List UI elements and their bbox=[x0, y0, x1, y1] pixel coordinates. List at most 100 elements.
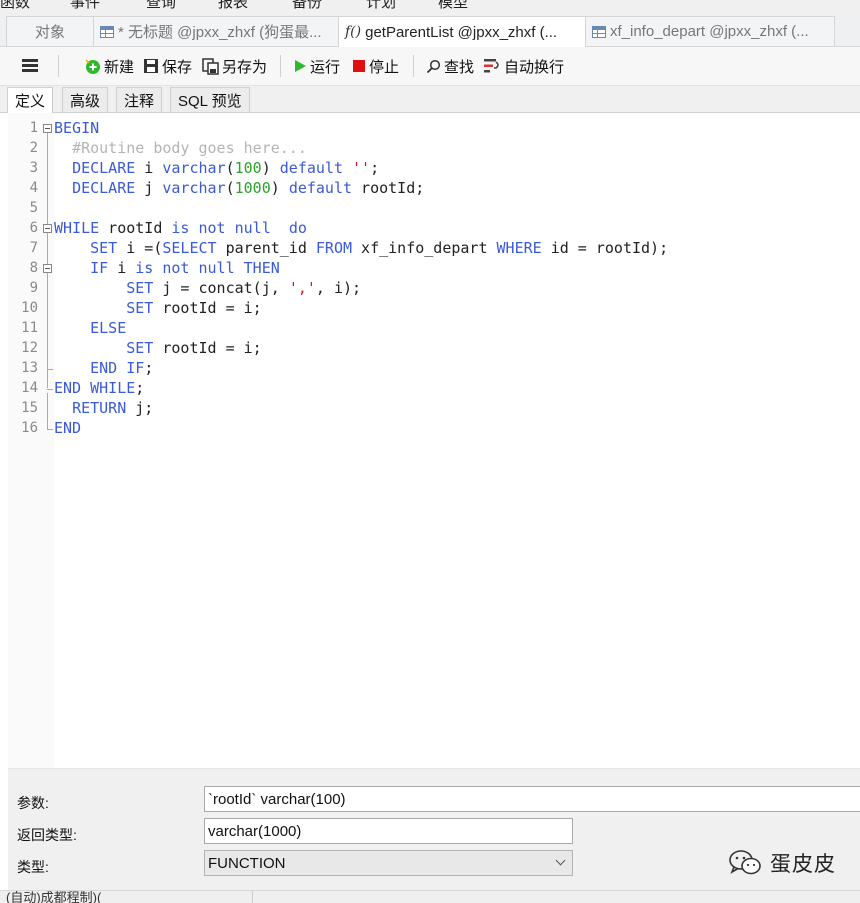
status-text: (自动)成都程制)( bbox=[6, 890, 102, 903]
line-number: 14 bbox=[21, 380, 38, 396]
line-number: 9 bbox=[29, 280, 38, 296]
tab-label: * 无标题 @jpxx_zhxf (狗蛋最... bbox=[118, 24, 322, 41]
word-wrap-icon bbox=[484, 59, 499, 73]
code-line-10: SET rootId = i; bbox=[126, 299, 262, 317]
chevron-down-icon bbox=[555, 855, 566, 866]
type-select[interactable]: FUNCTION bbox=[204, 850, 573, 876]
toolbar-divider bbox=[280, 55, 281, 77]
search-icon bbox=[426, 59, 441, 73]
tab-comment[interactable]: 注释 bbox=[116, 87, 163, 112]
menu-item-functions[interactable]: 函数 bbox=[0, 0, 30, 12]
line-number: 3 bbox=[29, 160, 38, 176]
word-wrap-button[interactable]: 自动换行 bbox=[483, 56, 564, 76]
new-button[interactable]: 新建 bbox=[84, 56, 134, 76]
return-type-value: varchar(1000) bbox=[208, 822, 302, 840]
toolbar-divider bbox=[58, 55, 59, 77]
line-number: 15 bbox=[21, 400, 38, 416]
fold-end-marker bbox=[47, 389, 53, 390]
watermark-text: 蛋皮皮 bbox=[770, 853, 836, 876]
hamburger-menu-icon[interactable] bbox=[22, 59, 38, 73]
code-line-15: RETURN j; bbox=[72, 399, 154, 417]
return-type-field[interactable]: varchar(1000) bbox=[204, 818, 573, 844]
fold-guide bbox=[47, 133, 48, 230]
line-number: 7 bbox=[29, 240, 38, 256]
watermark: 蛋皮皮 bbox=[728, 848, 836, 878]
tab-label: xf_info_depart @jpxx_zhxf (... bbox=[610, 23, 809, 40]
save-as-button[interactable]: 另存为 bbox=[202, 56, 267, 76]
fold-toggle-icon[interactable] bbox=[43, 124, 52, 133]
fold-guide bbox=[47, 393, 48, 429]
type-label: 类型: bbox=[17, 859, 49, 875]
run-icon bbox=[295, 60, 306, 72]
code-editor[interactable]: 1 2 3 4 5 6 7 8 9 10 11 12 13 14 15 16 B… bbox=[8, 113, 860, 768]
fold-guide bbox=[47, 233, 48, 388]
menu-item-queries[interactable]: 查询 bbox=[146, 0, 176, 12]
code-line-7: SET i =(SELECT parent_id FROM xf_info_de… bbox=[90, 239, 669, 257]
return-type-label: 返回类型: bbox=[17, 827, 77, 843]
save-button[interactable]: 保存 bbox=[143, 56, 192, 76]
tab-definition[interactable]: 定义 bbox=[7, 87, 54, 113]
code-line-3: DECLARE i varchar(100) default ''; bbox=[72, 159, 380, 177]
code-line-14: END WHILE; bbox=[54, 379, 145, 397]
fold-toggle-icon[interactable] bbox=[43, 264, 52, 273]
tab-getparentlist[interactable]: f() getParentList @jpxx_zhxf (... bbox=[338, 16, 586, 47]
line-number: 11 bbox=[21, 320, 38, 336]
params-value: `rootId` varchar(100) bbox=[208, 790, 346, 808]
save-as-label: 另存为 bbox=[222, 58, 268, 76]
line-number: 16 bbox=[21, 420, 38, 436]
tab-advanced[interactable]: 高级 bbox=[62, 87, 109, 112]
menu-item-backup[interactable]: 备份 bbox=[292, 0, 322, 12]
tab-label: SQL 预览 bbox=[178, 92, 242, 110]
menu-item-schedule[interactable]: 计划 bbox=[366, 0, 396, 12]
stop-button[interactable]: 停止 bbox=[352, 56, 399, 76]
code-line-8: IF i is not null THEN bbox=[90, 259, 280, 277]
code-line-6: WHILE rootId is not null do bbox=[54, 219, 307, 237]
line-number: 8 bbox=[29, 260, 38, 276]
params-label: 参数: bbox=[17, 795, 49, 811]
fold-toggle-icon[interactable] bbox=[43, 224, 52, 233]
menu-item-model[interactable]: 模型 bbox=[438, 0, 468, 12]
tab-label: 对象 bbox=[34, 24, 65, 41]
run-label: 运行 bbox=[310, 58, 341, 76]
params-field[interactable]: `rootId` varchar(100) bbox=[204, 786, 860, 812]
menu-item-events[interactable]: 事件 bbox=[70, 0, 100, 12]
tab-sql-preview[interactable]: SQL 预览 bbox=[170, 87, 250, 112]
stop-label: 停止 bbox=[369, 58, 400, 76]
editor-sub-tabs: 定义 高级 注释 SQL 预览 bbox=[0, 86, 860, 113]
code-line-16: END bbox=[54, 419, 82, 437]
toolbar: 新建 保存 另存为 运行 停止 查找 自动换行 bbox=[0, 47, 860, 86]
save-as-icon bbox=[202, 57, 219, 75]
code-line-13: END IF; bbox=[90, 359, 154, 377]
table-icon bbox=[100, 25, 114, 38]
document-tab-bar: 对象 * 无标题 @jpxx_zhxf (狗蛋最... f() getParen… bbox=[0, 12, 860, 47]
new-label: 新建 bbox=[104, 58, 135, 76]
find-button[interactable]: 查找 bbox=[426, 56, 474, 76]
line-number: 10 bbox=[21, 300, 38, 316]
find-label: 查找 bbox=[444, 58, 475, 76]
line-number: 4 bbox=[29, 180, 38, 196]
tab-xf-info-depart[interactable]: xf_info_depart @jpxx_zhxf (... bbox=[585, 16, 835, 46]
function-icon: f() bbox=[345, 24, 362, 40]
tab-untitled-query[interactable]: * 无标题 @jpxx_zhxf (狗蛋最... bbox=[93, 16, 339, 46]
run-button[interactable]: 运行 bbox=[293, 56, 340, 76]
line-number-gutter: 1 2 3 4 5 6 7 8 9 10 11 12 13 14 15 16 bbox=[8, 113, 54, 768]
line-number: 1 bbox=[29, 120, 38, 136]
line-number: 2 bbox=[29, 140, 38, 156]
stop-icon bbox=[353, 60, 365, 72]
new-icon bbox=[85, 58, 100, 74]
tab-label: 注释 bbox=[124, 92, 155, 110]
menu-item-reports[interactable]: 报表 bbox=[218, 0, 248, 12]
toolbar-divider bbox=[413, 55, 414, 77]
type-value: FUNCTION bbox=[208, 854, 286, 872]
main-menu-bar: 函数 事件 查询 报表 备份 计划 模型 bbox=[0, 0, 860, 12]
code-line-12: SET rootId = i; bbox=[126, 339, 262, 357]
status-bar: (自动)成都程制)( bbox=[0, 890, 860, 903]
code-line-4: DECLARE j varchar(1000) default rootId; bbox=[72, 179, 425, 197]
code-line-2: #Routine body goes here... bbox=[72, 139, 307, 157]
table-icon bbox=[592, 25, 606, 38]
line-number: 5 bbox=[29, 200, 38, 216]
line-number: 12 bbox=[21, 340, 38, 356]
line-number: 13 bbox=[21, 360, 38, 376]
tab-objects[interactable]: 对象 bbox=[6, 16, 94, 46]
wechat-icon bbox=[729, 850, 761, 875]
